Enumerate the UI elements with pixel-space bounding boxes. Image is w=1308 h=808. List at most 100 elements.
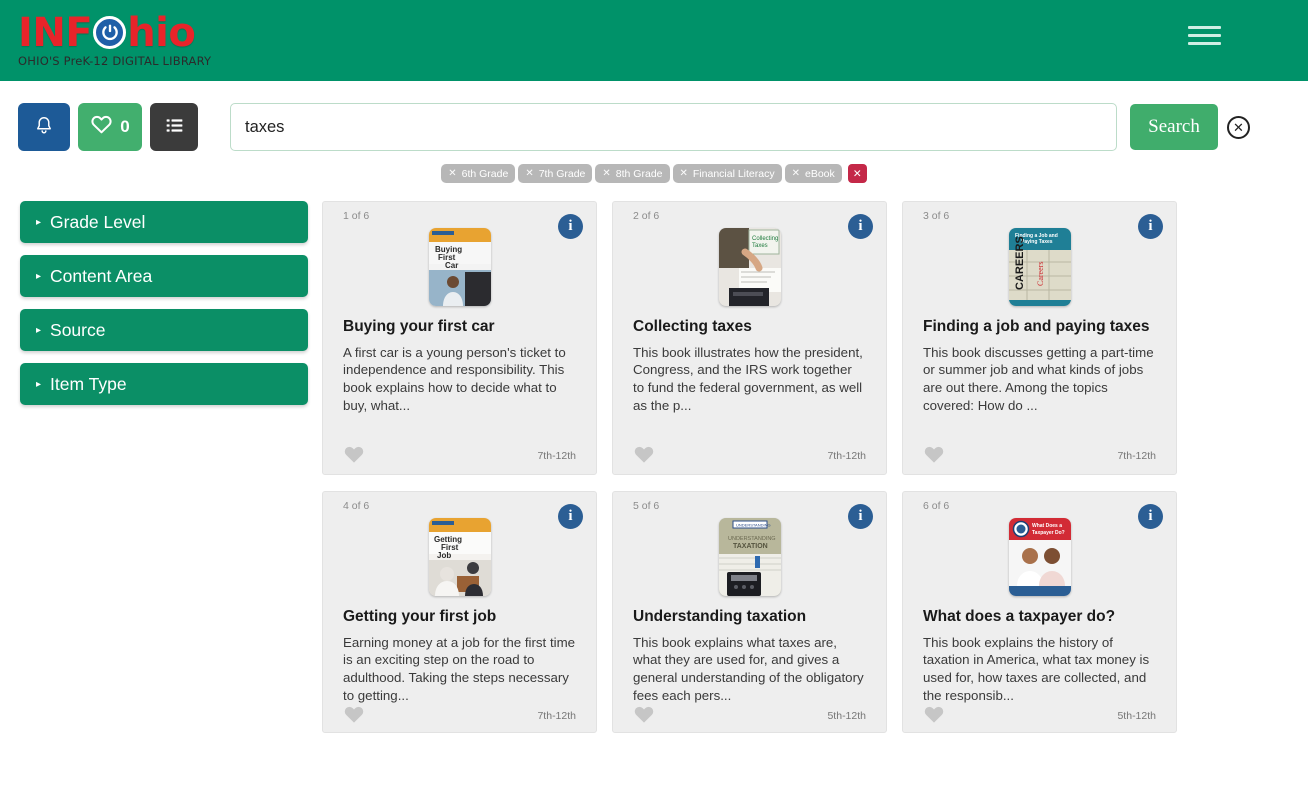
result-title[interactable]: Finding a job and paying taxes <box>923 318 1156 337</box>
svg-text:Taxes: Taxes <box>752 243 768 249</box>
result-footer: 7th-12th <box>633 444 866 464</box>
buying-your-first-car-cover: Buying First Car <box>428 228 491 306</box>
hamburger-bar <box>1188 33 1221 37</box>
filter-chip-label: eBook <box>804 167 835 180</box>
svg-text:What Does a: What Does a <box>1032 523 1062 529</box>
filter-chip[interactable]: ✕ 8th Grade <box>595 164 670 183</box>
result-card[interactable]: 5 of 6 i UNDERSTANDING UNDERSTANDING TAX… <box>612 491 887 733</box>
result-card[interactable]: 3 of 6 i Finding a Job and Paying Taxes … <box>902 201 1177 475</box>
cover-thumbnail-wrap: Collecting Taxes <box>633 228 866 306</box>
result-title[interactable]: What does a taxpayer do? <box>923 608 1156 627</box>
svg-text:UNDERSTANDING: UNDERSTANDING <box>728 536 776 542</box>
favorite-heart-icon[interactable] <box>923 444 945 464</box>
understanding-taxation-cover: UNDERSTANDING UNDERSTANDING TAXATION <box>718 518 781 596</box>
filter-chip[interactable]: ✕ 7th Grade <box>518 164 593 183</box>
result-footer: 5th-12th <box>923 704 1156 724</box>
logo-tagline: OHIO'S PreK-12 DIGITAL LIBRARY <box>18 54 212 69</box>
chevron-right-icon: ▸ <box>36 216 42 228</box>
facet-label: Content Area <box>50 265 153 286</box>
svg-text:CAREERS: CAREERS <box>1014 236 1026 290</box>
svg-text:Taxpayer Do?: Taxpayer Do? <box>1032 530 1065 536</box>
result-footer: 7th-12th <box>923 444 1156 464</box>
facet-content-area[interactable]: ▸ Content Area <box>20 255 308 297</box>
notification-bell-icon <box>33 115 55 140</box>
info-icon[interactable]: i <box>558 504 583 529</box>
chevron-right-icon: ▸ <box>36 324 42 336</box>
search-button[interactable]: Search <box>1130 104 1218 150</box>
result-grade-range: 5th-12th <box>827 710 866 723</box>
result-grade-range: 7th-12th <box>827 450 866 462</box>
info-icon[interactable]: i <box>848 504 873 529</box>
result-index: 3 of 6 <box>923 210 950 222</box>
main-content: ▸ Grade Level ▸ Content Area ▸ Source ▸ … <box>0 183 1308 733</box>
chevron-right-icon: ▸ <box>36 378 42 390</box>
result-footer: 7th-12th <box>343 444 576 464</box>
list-view-button[interactable] <box>150 103 198 151</box>
hamburger-menu-icon[interactable] <box>1188 21 1222 49</box>
result-card[interactable]: 4 of 6 i Getting First Job Getting your … <box>322 491 597 733</box>
result-index: 4 of 6 <box>343 500 370 512</box>
logo-text-suffix: hio <box>127 10 196 57</box>
result-description: Earning money at a job for the first tim… <box>343 634 576 703</box>
facet-source[interactable]: ▸ Source <box>20 309 308 351</box>
result-description: This book explains what taxes are, what … <box>633 634 864 703</box>
heart-icon <box>90 114 113 140</box>
filter-chip[interactable]: ✕ eBook <box>784 164 842 183</box>
collecting-taxes-cover: Collecting Taxes <box>718 228 781 306</box>
result-description: This book illustrates how the president,… <box>633 344 863 413</box>
site-header: INF hio OHIO'S PreK-12 DIGITAL LIBRARY <box>0 0 1308 81</box>
result-grade-range: 5th-12th <box>1117 710 1156 723</box>
result-card[interactable]: 1 of 6 i Buying First Car Buying your fi… <box>322 201 597 475</box>
cover-thumbnail-wrap: What Does a Taxpayer Do? <box>923 518 1156 596</box>
what-does-a-taxpayer-do-cover: What Does a Taxpayer Do? <box>1008 518 1071 596</box>
info-icon[interactable]: i <box>1138 504 1163 529</box>
result-title[interactable]: Understanding taxation <box>633 608 866 627</box>
x-icon[interactable]: ✕ <box>448 168 456 179</box>
favorite-heart-icon[interactable] <box>633 444 655 464</box>
search-results-grid: 1 of 6 i Buying First Car Buying your fi… <box>310 201 1308 733</box>
logo-text-prefix: INF <box>18 10 93 57</box>
favorite-heart-icon[interactable] <box>343 704 365 724</box>
result-description: This book discusses getting a part-time … <box>923 344 1154 413</box>
result-title[interactable]: Getting your first job <box>343 608 576 627</box>
result-card[interactable]: 6 of 6 i What Does a Taxpayer Do? What d… <box>902 491 1177 733</box>
x-icon[interactable]: ✕ <box>525 168 533 179</box>
cover-thumbnail-wrap: Finding a Job and Paying Taxes CAREERS C… <box>923 228 1156 306</box>
facet-sidebar: ▸ Grade Level ▸ Content Area ▸ Source ▸ … <box>0 201 310 733</box>
filter-chip[interactable]: ✕ Financial Literacy <box>672 164 782 183</box>
result-index: 6 of 6 <box>923 500 950 512</box>
facet-grade-level[interactable]: ▸ Grade Level <box>20 201 308 243</box>
infohio-logo[interactable]: INF hio OHIO'S PreK-12 DIGITAL LIBRARY <box>18 13 211 68</box>
clear-search-icon[interactable]: ✕ <box>1227 115 1250 139</box>
x-icon[interactable]: ✕ <box>792 168 800 179</box>
facet-item-type[interactable]: ▸ Item Type <box>20 363 308 405</box>
clear-all-filters-button[interactable]: ✕ <box>847 164 867 183</box>
x-icon[interactable]: ✕ <box>602 168 610 179</box>
info-icon[interactable]: i <box>558 214 583 239</box>
result-card[interactable]: 2 of 6 i Collecting Taxes Collecting tax… <box>612 201 887 475</box>
filter-chip[interactable]: ✕ 6th Grade <box>441 164 516 183</box>
favorites-button[interactable]: 0 <box>78 103 142 151</box>
svg-text:Careers: Careers <box>1036 262 1045 286</box>
favorite-heart-icon[interactable] <box>923 704 945 724</box>
result-title[interactable]: Collecting taxes <box>633 318 866 337</box>
svg-text:Job: Job <box>437 551 451 560</box>
result-grade-range: 7th-12th <box>537 450 576 462</box>
favorites-count: 0 <box>120 117 130 136</box>
filter-chip-label: 7th Grade <box>538 167 586 180</box>
notification-bell-button[interactable] <box>18 103 70 151</box>
result-footer: 5th-12th <box>633 704 866 724</box>
favorite-heart-icon[interactable] <box>633 704 655 724</box>
result-index: 1 of 6 <box>343 210 370 222</box>
favorite-heart-icon[interactable] <box>343 444 365 464</box>
result-grade-range: 7th-12th <box>1117 450 1156 462</box>
info-icon[interactable]: i <box>848 214 873 239</box>
result-title[interactable]: Buying your first car <box>343 318 576 337</box>
search-input[interactable] <box>230 103 1117 151</box>
result-footer: 7th-12th <box>343 704 576 724</box>
info-icon[interactable]: i <box>1138 214 1163 239</box>
x-icon[interactable]: ✕ <box>680 168 688 179</box>
svg-text:Car: Car <box>445 261 458 270</box>
hamburger-bar <box>1188 25 1221 29</box>
result-description: A first car is a young person's ticket t… <box>343 344 566 413</box>
